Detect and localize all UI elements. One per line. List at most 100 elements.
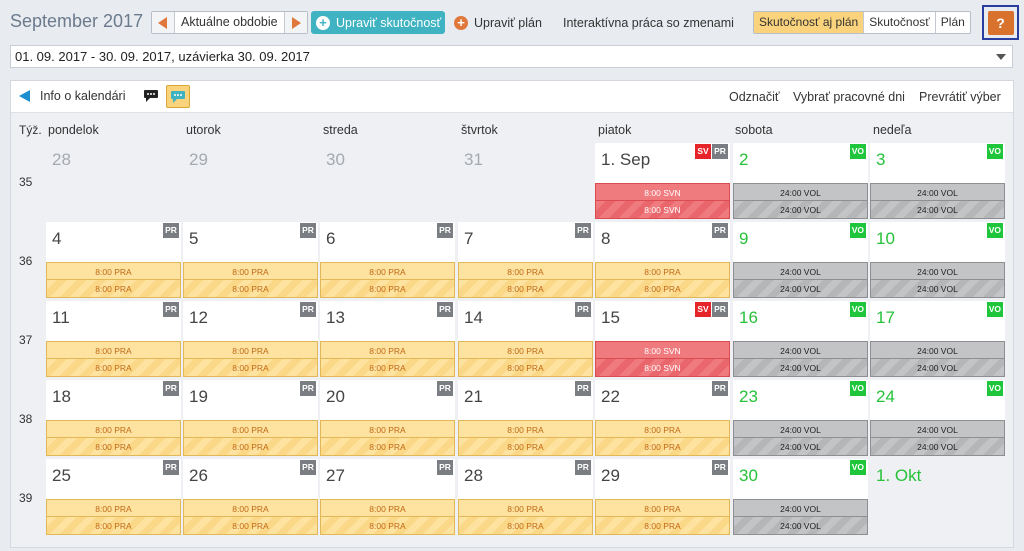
actual-shift-bar[interactable]: 24:00 VOL bbox=[870, 420, 1005, 438]
day-cell[interactable]: 3 VO 24:00 VOL 24:00 VOL bbox=[870, 143, 1005, 219]
plan-shift-bar[interactable]: 8:00 SVN bbox=[595, 359, 730, 377]
plan-shift-bar[interactable]: 24:00 VOL bbox=[733, 280, 868, 298]
plan-shift-bar[interactable]: 24:00 VOL bbox=[733, 438, 868, 456]
previous-period-button[interactable] bbox=[152, 12, 174, 33]
day-cell[interactable]: 11 PR 8:00 PRA 8:00 PRA bbox=[46, 301, 181, 377]
plan-shift-bar[interactable]: 8:00 PRA bbox=[458, 280, 593, 298]
view-mode-plan[interactable]: Plán bbox=[934, 12, 970, 33]
select-workdays-link[interactable]: Vybrať pracovné dni bbox=[793, 90, 905, 104]
edit-actual-button[interactable]: + Upraviť skutočnosť bbox=[311, 11, 445, 34]
actual-shift-bar[interactable]: 8:00 PRA bbox=[320, 420, 455, 438]
actual-shift-bar[interactable]: 8:00 PRA bbox=[320, 341, 455, 359]
day-cell[interactable]: 14 PR 8:00 PRA 8:00 PRA bbox=[458, 301, 593, 377]
interactive-shifts-button[interactable]: Interaktívna práca so zmenami bbox=[563, 11, 734, 34]
day-cell[interactable]: 25 PR 8:00 PRA 8:00 PRA bbox=[46, 459, 181, 535]
plan-shift-bar[interactable]: 8:00 PRA bbox=[320, 517, 455, 535]
plan-shift-bar[interactable]: 8:00 PRA bbox=[46, 517, 181, 535]
day-cell[interactable]: 23 VO 24:00 VOL 24:00 VOL bbox=[733, 380, 868, 456]
actual-shift-bar[interactable]: 24:00 VOL bbox=[733, 420, 868, 438]
deselect-link[interactable]: Odznačiť bbox=[729, 90, 780, 104]
current-period-button[interactable]: Aktuálne obdobie bbox=[174, 12, 285, 33]
plan-shift-bar[interactable]: 8:00 PRA bbox=[458, 517, 593, 535]
plan-shift-bar[interactable]: 8:00 PRA bbox=[320, 359, 455, 377]
day-cell[interactable]: 30 VO 24:00 VOL 24:00 VOL bbox=[733, 459, 868, 535]
day-cell[interactable]: 13 PR 8:00 PRA 8:00 PRA bbox=[320, 301, 455, 377]
actual-shift-bar[interactable]: 24:00 VOL bbox=[733, 262, 868, 280]
actual-shift-bar[interactable]: 8:00 PRA bbox=[183, 341, 318, 359]
day-cell[interactable]: 29 PR 8:00 PRA 8:00 PRA bbox=[595, 459, 730, 535]
help-button[interactable]: ? bbox=[987, 10, 1014, 35]
actual-shift-bar[interactable]: 8:00 PRA bbox=[320, 499, 455, 517]
actual-shift-bar[interactable]: 8:00 PRA bbox=[595, 499, 730, 517]
actual-shift-bar[interactable]: 8:00 PRA bbox=[595, 420, 730, 438]
view-mode-actual-and-plan[interactable]: Skutočnosť aj plán bbox=[754, 12, 864, 33]
day-cell[interactable]: 20 PR 8:00 PRA 8:00 PRA bbox=[320, 380, 455, 456]
plan-shift-bar[interactable]: 24:00 VOL bbox=[870, 201, 1005, 219]
day-cell[interactable]: 15 SV PR 8:00 SVN 8:00 SVN bbox=[595, 301, 730, 377]
plan-shift-bar[interactable]: 8:00 PRA bbox=[595, 438, 730, 456]
actual-shift-bar[interactable]: 8:00 PRA bbox=[183, 420, 318, 438]
speech-bubble-icon[interactable] bbox=[143, 89, 159, 103]
actual-shift-bar[interactable]: 24:00 VOL bbox=[733, 183, 868, 201]
actual-shift-bar[interactable]: 8:00 PRA bbox=[46, 499, 181, 517]
day-cell[interactable]: 21 PR 8:00 PRA 8:00 PRA bbox=[458, 380, 593, 456]
actual-shift-bar[interactable]: 8:00 PRA bbox=[320, 262, 455, 280]
day-cell[interactable]: 19 PR 8:00 PRA 8:00 PRA bbox=[183, 380, 318, 456]
day-cell[interactable]: 22 PR 8:00 PRA 8:00 PRA bbox=[595, 380, 730, 456]
actual-shift-bar[interactable]: 8:00 SVN bbox=[595, 183, 730, 201]
invert-selection-link[interactable]: Prevrátiť výber bbox=[919, 90, 1001, 104]
plan-shift-bar[interactable]: 8:00 PRA bbox=[46, 359, 181, 377]
day-cell[interactable]: 18 PR 8:00 PRA 8:00 PRA bbox=[46, 380, 181, 456]
period-select[interactable]: 01. 09. 2017 - 30. 09. 2017, uzávierka 3… bbox=[10, 45, 1013, 68]
actual-shift-bar[interactable]: 24:00 VOL bbox=[870, 183, 1005, 201]
day-cell[interactable]: 1. Okt bbox=[870, 459, 1005, 535]
plan-shift-bar[interactable]: 8:00 PRA bbox=[320, 438, 455, 456]
calendar-info-toggle[interactable]: Info o kalendári bbox=[19, 89, 125, 103]
actual-shift-bar[interactable]: 8:00 PRA bbox=[458, 499, 593, 517]
plan-shift-bar[interactable]: 24:00 VOL bbox=[733, 517, 868, 535]
day-cell[interactable]: 9 VO 24:00 VOL 24:00 VOL bbox=[733, 222, 868, 298]
day-cell[interactable]: 10 VO 24:00 VOL 24:00 VOL bbox=[870, 222, 1005, 298]
plan-shift-bar[interactable]: 8:00 PRA bbox=[46, 280, 181, 298]
day-cell[interactable]: 26 PR 8:00 PRA 8:00 PRA bbox=[183, 459, 318, 535]
actual-shift-bar[interactable]: 8:00 PRA bbox=[46, 420, 181, 438]
plan-shift-bar[interactable]: 24:00 VOL bbox=[870, 359, 1005, 377]
plan-shift-bar[interactable]: 24:00 VOL bbox=[870, 280, 1005, 298]
day-cell[interactable]: 7 PR 8:00 PRA 8:00 PRA bbox=[458, 222, 593, 298]
actual-shift-bar[interactable]: 8:00 PRA bbox=[458, 341, 593, 359]
day-cell[interactable]: 12 PR 8:00 PRA 8:00 PRA bbox=[183, 301, 318, 377]
actual-shift-bar[interactable]: 8:00 PRA bbox=[46, 341, 181, 359]
day-cell[interactable]: 2 VO 24:00 VOL 24:00 VOL bbox=[733, 143, 868, 219]
plan-shift-bar[interactable]: 8:00 PRA bbox=[183, 438, 318, 456]
plan-shift-bar[interactable]: 24:00 VOL bbox=[870, 438, 1005, 456]
dropdown-caret-icon[interactable] bbox=[996, 54, 1006, 60]
day-cell[interactable]: 5 PR 8:00 PRA 8:00 PRA bbox=[183, 222, 318, 298]
actual-shift-bar[interactable]: 8:00 SVN bbox=[595, 341, 730, 359]
plan-shift-bar[interactable]: 8:00 SVN bbox=[595, 201, 730, 219]
day-cell[interactable]: 6 PR 8:00 PRA 8:00 PRA bbox=[320, 222, 455, 298]
plan-shift-bar[interactable]: 8:00 PRA bbox=[183, 359, 318, 377]
day-cell[interactable]: 27 PR 8:00 PRA 8:00 PRA bbox=[320, 459, 455, 535]
edit-plan-button[interactable]: + Upraviť plán bbox=[454, 11, 542, 34]
plan-shift-bar[interactable]: 8:00 PRA bbox=[595, 280, 730, 298]
actual-shift-bar[interactable]: 8:00 PRA bbox=[183, 499, 318, 517]
plan-shift-bar[interactable]: 8:00 PRA bbox=[46, 438, 181, 456]
plan-shift-bar[interactable]: 24:00 VOL bbox=[733, 359, 868, 377]
plan-shift-bar[interactable]: 8:00 PRA bbox=[320, 280, 455, 298]
day-cell[interactable]: 16 VO 24:00 VOL 24:00 VOL bbox=[733, 301, 868, 377]
next-period-button[interactable] bbox=[284, 12, 307, 33]
plan-shift-bar[interactable]: 8:00 PRA bbox=[458, 438, 593, 456]
actual-shift-bar[interactable]: 24:00 VOL bbox=[870, 262, 1005, 280]
day-cell[interactable]: 1. Sep SV PR 8:00 SVN 8:00 SVN bbox=[595, 143, 730, 219]
plan-shift-bar[interactable]: 8:00 PRA bbox=[183, 517, 318, 535]
actual-shift-bar[interactable]: 8:00 PRA bbox=[183, 262, 318, 280]
view-mode-actual[interactable]: Skutočnosť bbox=[863, 12, 935, 33]
actual-shift-bar[interactable]: 8:00 PRA bbox=[595, 262, 730, 280]
day-cell[interactable]: 8 PR 8:00 PRA 8:00 PRA bbox=[595, 222, 730, 298]
day-cell[interactable]: 4 PR 8:00 PRA 8:00 PRA bbox=[46, 222, 181, 298]
day-cell[interactable]: 24 VO 24:00 VOL 24:00 VOL bbox=[870, 380, 1005, 456]
plan-shift-bar[interactable]: 8:00 PRA bbox=[183, 280, 318, 298]
plan-shift-bar[interactable]: 8:00 PRA bbox=[595, 517, 730, 535]
actual-shift-bar[interactable]: 8:00 PRA bbox=[458, 420, 593, 438]
actual-shift-bar[interactable]: 8:00 PRA bbox=[458, 262, 593, 280]
